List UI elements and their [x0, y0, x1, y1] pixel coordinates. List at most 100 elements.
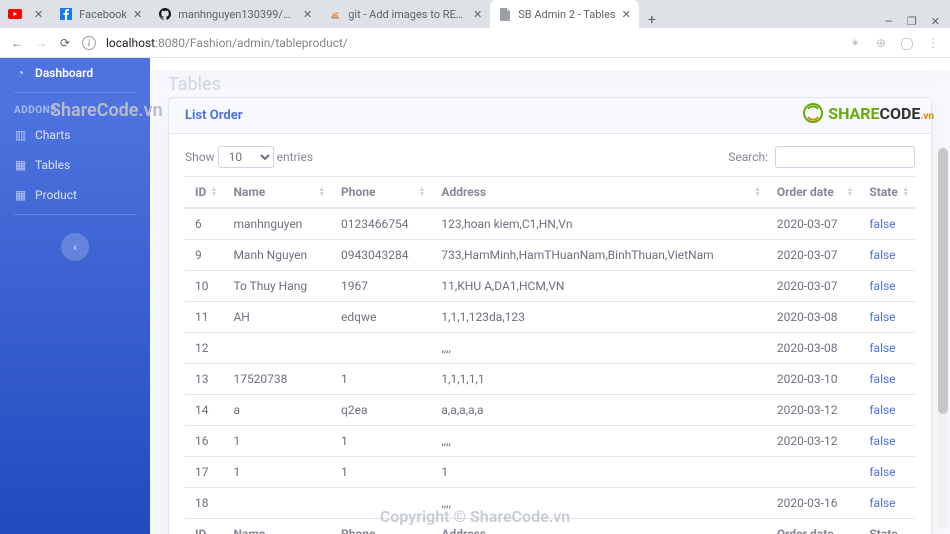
cell-id: 16: [185, 426, 223, 457]
table-row: 9Manh Nguyen0943043284733,HamMinh,HamTHu…: [185, 240, 915, 271]
topbar: [150, 58, 950, 70]
nav-back-icon[interactable]: ←: [10, 36, 24, 50]
sidebar-item-label: Dashboard: [35, 66, 93, 80]
search-input[interactable]: [775, 146, 915, 168]
orders-table: ID▲▼Name▲▼Phone▲▼Address▲▼Order date▲▼St…: [185, 176, 915, 534]
cell-state[interactable]: false: [859, 208, 915, 240]
sidebar-item-dashboard[interactable]: ◔ Dashboard: [0, 58, 150, 88]
cell-state[interactable]: false: [859, 271, 915, 302]
cell-state[interactable]: false: [859, 395, 915, 426]
youtube-icon: [8, 7, 22, 21]
sort-icon: ▲▼: [902, 187, 909, 197]
facebook-icon: [59, 7, 73, 21]
column-header[interactable]: Name▲▼: [223, 177, 331, 209]
cell-name: Manh Nguyen: [223, 240, 331, 271]
column-header[interactable]: State▲▼: [859, 177, 915, 209]
length-select[interactable]: 10: [218, 146, 274, 168]
close-icon[interactable]: ✕: [473, 8, 482, 21]
close-icon[interactable]: ✕: [622, 8, 631, 21]
datatable-search: Search:: [728, 146, 915, 168]
cell-state[interactable]: false: [859, 364, 915, 395]
browser-tab[interactable]: Facebook ✕: [51, 0, 150, 28]
sort-icon: ▲▼: [318, 187, 325, 197]
column-header[interactable]: ID▲▼: [185, 177, 223, 209]
cell-address: ,,,,: [431, 333, 766, 364]
close-icon[interactable]: ✕: [34, 8, 43, 21]
search-label: Search:: [728, 150, 768, 164]
cell-state[interactable]: false: [859, 240, 915, 271]
cell-date: 2020-03-16: [767, 488, 860, 519]
profile-icon[interactable]: ◯: [900, 36, 914, 50]
main-area: Tables List Order Show 10 entries: [150, 58, 950, 534]
cell-address: 1: [431, 457, 766, 488]
url-display[interactable]: localhost:8080/Fashion/admin/tableproduc…: [106, 36, 348, 50]
window-close[interactable]: ✕: [931, 15, 940, 28]
browser-tab[interactable]: manhnguyen130399/WebSpring ✕: [150, 0, 320, 28]
cell-address: a,a,a,a,a: [431, 395, 766, 426]
toolbar-icon[interactable]: ✶: [848, 36, 862, 50]
browser-tab[interactable]: ✕: [0, 0, 51, 28]
cell-date: 2020-03-10: [767, 364, 860, 395]
table-row: 1611,,,,2020-03-12false: [185, 426, 915, 457]
toolbar-icon[interactable]: ⊕: [874, 36, 888, 50]
close-icon[interactable]: ✕: [303, 8, 312, 21]
table-icon: ▦: [14, 188, 27, 202]
cell-address: 11,KHU A,DA1,HCM,VN: [431, 271, 766, 302]
cell-date: 2020-03-12: [767, 426, 860, 457]
cell-id: 13: [185, 364, 223, 395]
cell-state[interactable]: false: [859, 488, 915, 519]
column-header[interactable]: Address▲▼: [431, 177, 766, 209]
speed-icon: ◔: [14, 66, 27, 80]
cell-state[interactable]: false: [859, 426, 915, 457]
nav-forward-icon[interactable]: →: [34, 36, 48, 50]
menu-icon[interactable]: ⋮: [926, 36, 940, 50]
table-row: 17111false: [185, 457, 915, 488]
cell-id: 10: [185, 271, 223, 302]
sidebar-item-label: Product: [35, 188, 77, 202]
column-footer: Phone: [331, 519, 431, 534]
sidebar-item-tables[interactable]: ▦ Tables: [0, 150, 150, 180]
cell-state[interactable]: false: [859, 457, 915, 488]
new-tab-button[interactable]: +: [639, 12, 665, 28]
column-header[interactable]: Phone▲▼: [331, 177, 431, 209]
cell-phone: edqwe: [331, 302, 431, 333]
close-icon[interactable]: ✕: [133, 8, 142, 21]
cell-state[interactable]: false: [859, 333, 915, 364]
tab-title: SB Admin 2 - Tables: [518, 8, 615, 21]
sort-icon: ▲▼: [418, 187, 425, 197]
site-info-icon[interactable]: i: [82, 36, 96, 50]
cell-id: 12: [185, 333, 223, 364]
cell-name: [223, 488, 331, 519]
cell-date: 2020-03-12: [767, 395, 860, 426]
sidebar-collapse-button[interactable]: ‹: [61, 233, 89, 261]
stackoverflow-icon: [328, 7, 342, 21]
sidebar-item-product[interactable]: ▦ Product: [0, 180, 150, 210]
cell-name: a: [223, 395, 331, 426]
window-minimize[interactable]: —: [884, 15, 893, 28]
sidebar-heading: ADDONS: [0, 97, 150, 120]
browser-tab-active[interactable]: SB Admin 2 - Tables ✕: [490, 0, 639, 28]
column-footer: State: [859, 519, 915, 534]
document-icon: [498, 7, 512, 21]
cell-phone: 1: [331, 457, 431, 488]
table-row: 12,,,,2020-03-08false: [185, 333, 915, 364]
github-icon: [158, 7, 172, 21]
table-row: 10To Thuy Hang196711,KHU A,DA1,HCM,VN202…: [185, 271, 915, 302]
sidebar-item-label: Tables: [35, 158, 70, 172]
cell-phone: [331, 333, 431, 364]
cell-address: ,,,,: [431, 488, 766, 519]
cell-phone: q2ea: [331, 395, 431, 426]
column-header[interactable]: Order date▲▼: [767, 177, 860, 209]
table-icon: ▦: [14, 158, 27, 172]
card-title: List Order: [169, 98, 931, 134]
table-row: 11AHedqwe1,1,1,123da,1232020-03-08false: [185, 302, 915, 333]
window-restore[interactable]: ❐: [907, 15, 917, 28]
tab-title: git - Add images to README.md: [348, 8, 467, 21]
nav-reload-icon[interactable]: ⟳: [58, 36, 72, 50]
vertical-scrollbar[interactable]: [938, 148, 948, 528]
cell-name: To Thuy Hang: [223, 271, 331, 302]
cell-state[interactable]: false: [859, 302, 915, 333]
page-heading: Tables: [150, 70, 950, 97]
sidebar-item-charts[interactable]: ▥ Charts: [0, 120, 150, 150]
browser-tab[interactable]: git - Add images to README.md ✕: [320, 0, 490, 28]
